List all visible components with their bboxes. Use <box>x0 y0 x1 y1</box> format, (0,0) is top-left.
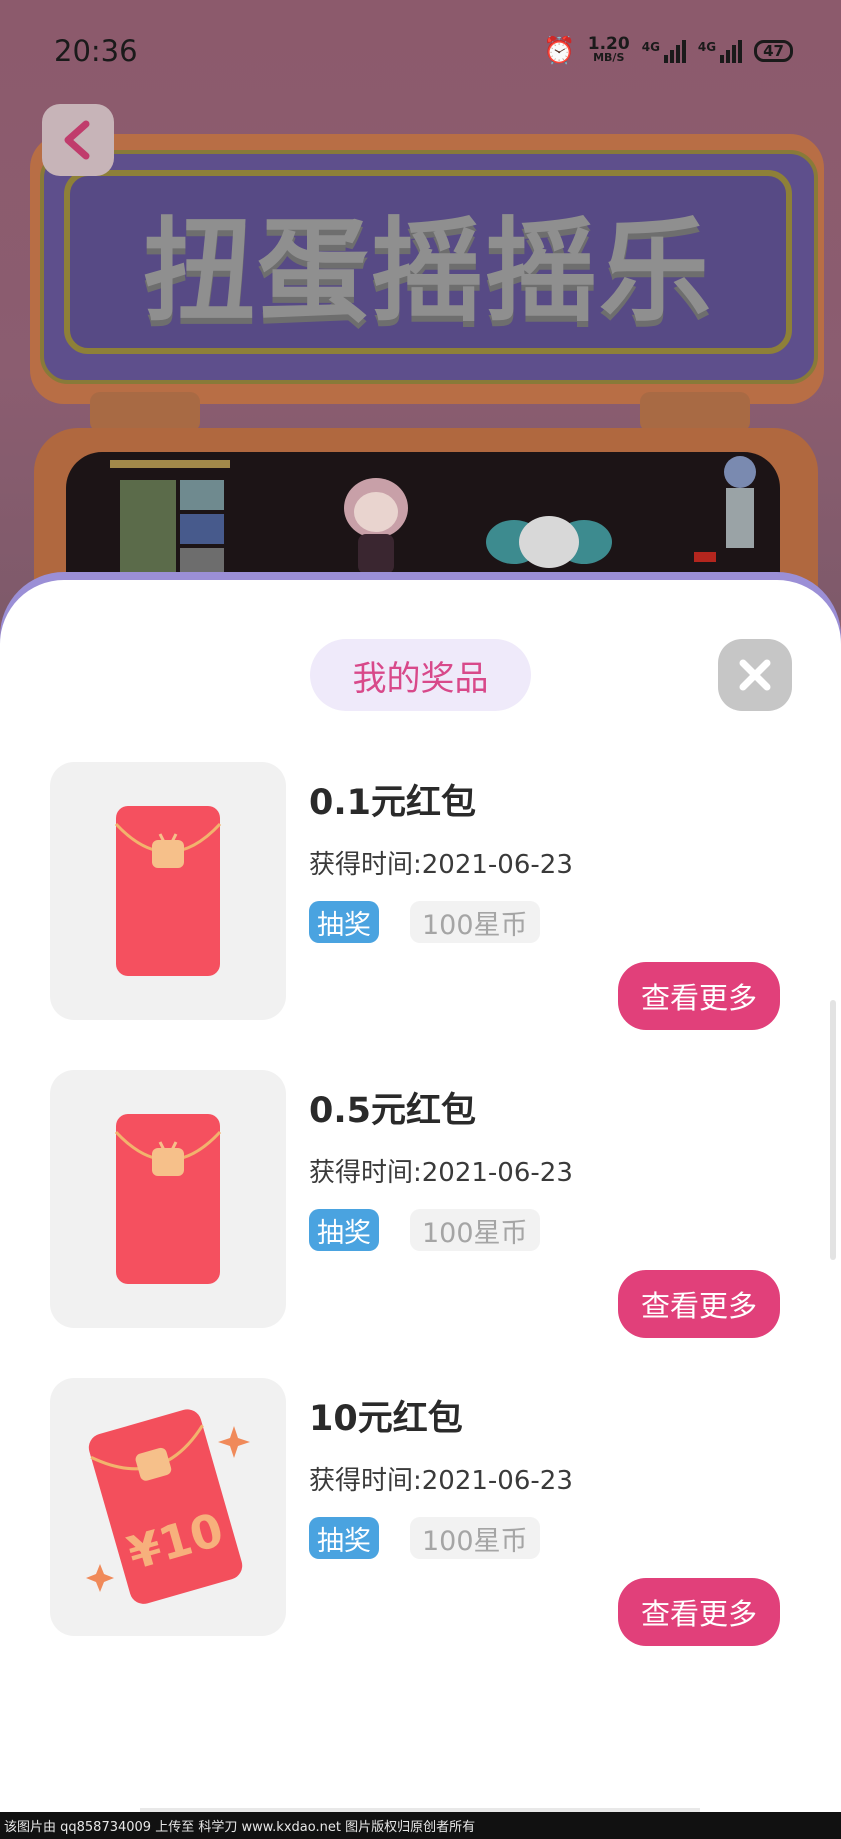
red-packet-icon <box>114 1114 222 1284</box>
network-speed-value: 1.20 <box>587 34 630 54</box>
figure-image-2 <box>486 516 612 568</box>
sheet-title: 我的奖品 <box>310 639 531 711</box>
prize-cost-tag: 100星币 <box>410 1517 540 1559</box>
prize-time: 获得时间:2021-06-23 <box>309 850 573 880</box>
red-packet-10-icon: ¥10 <box>86 1409 250 1604</box>
status-bar: 20:36 ⏰ 1.20 MB/S 4G 4G 47 <box>0 0 841 100</box>
banner-title: 扭蛋摇摇乐 <box>143 207 713 337</box>
red-packet-icon <box>114 806 222 976</box>
prize-type-tag: 抽奖 <box>309 1209 379 1251</box>
prize-item: 0.1元红包 获得时间:2021-06-23 抽奖 100星币 查看更多 <box>0 762 841 1030</box>
prize-item: 0.5元红包 获得时间:2021-06-23 抽奖 100星币 查看更多 <box>0 1070 841 1338</box>
prize-type-tag: 抽奖 <box>309 901 379 943</box>
view-more-button[interactable]: 查看更多 <box>618 962 780 1030</box>
battery-icon: 47 <box>754 40 793 62</box>
figure-image <box>344 478 408 574</box>
prize-cost-tag: 100星币 <box>410 901 540 943</box>
prize-type-tag: 抽奖 <box>309 1517 379 1559</box>
prize-title: 0.1元红包 <box>309 783 477 823</box>
back-button[interactable] <box>42 104 114 176</box>
prize-item: ¥10 10元红包 获得时间:2021-06-23 抽奖 100星币 查看更多 <box>0 1378 841 1646</box>
status-time: 20:36 <box>54 34 138 68</box>
prize-title: 10元红包 <box>309 1399 463 1439</box>
prize-thumbnail: ¥10 <box>50 1378 286 1636</box>
view-more-button[interactable]: 查看更多 <box>618 1270 780 1338</box>
network-speed-unit: MB/S <box>593 51 625 64</box>
hinge-right <box>640 392 750 432</box>
sparkle-icon <box>218 1426 250 1458</box>
prize-cost-tag: 100星币 <box>410 1209 540 1251</box>
view-more-button[interactable]: 查看更多 <box>618 1578 780 1646</box>
chevron-left-icon <box>64 120 90 160</box>
alarm-icon: ⏰ <box>543 36 576 66</box>
status-icons: ⏰ 1.20 MB/S 4G 4G 47 <box>543 36 793 66</box>
sparkle-icon-2 <box>86 1564 114 1592</box>
watermark-footer: 该图片由 qq858734009 上传至 科学刀 www.kxdao.net 图… <box>0 1812 841 1839</box>
close-button[interactable] <box>718 639 792 711</box>
signal-label: 4G <box>641 39 660 54</box>
prize-thumbnail <box>50 1070 286 1328</box>
prize-title: 0.5元红包 <box>309 1091 477 1131</box>
signal-label-2: 4G <box>697 39 717 54</box>
hinge-left <box>90 392 200 432</box>
figure-image-3 <box>694 456 756 562</box>
prize-thumbnail <box>50 762 286 1020</box>
signal-icon: 4G <box>641 39 686 63</box>
prize-time: 获得时间:2021-06-23 <box>309 1158 573 1188</box>
toy-box-image <box>110 460 230 580</box>
prize-time: 获得时间:2021-06-23 <box>309 1466 573 1496</box>
close-icon <box>739 659 771 691</box>
signal-icon-2: 4G <box>697 39 743 63</box>
network-speed: 1.20 MB/S <box>587 34 630 65</box>
